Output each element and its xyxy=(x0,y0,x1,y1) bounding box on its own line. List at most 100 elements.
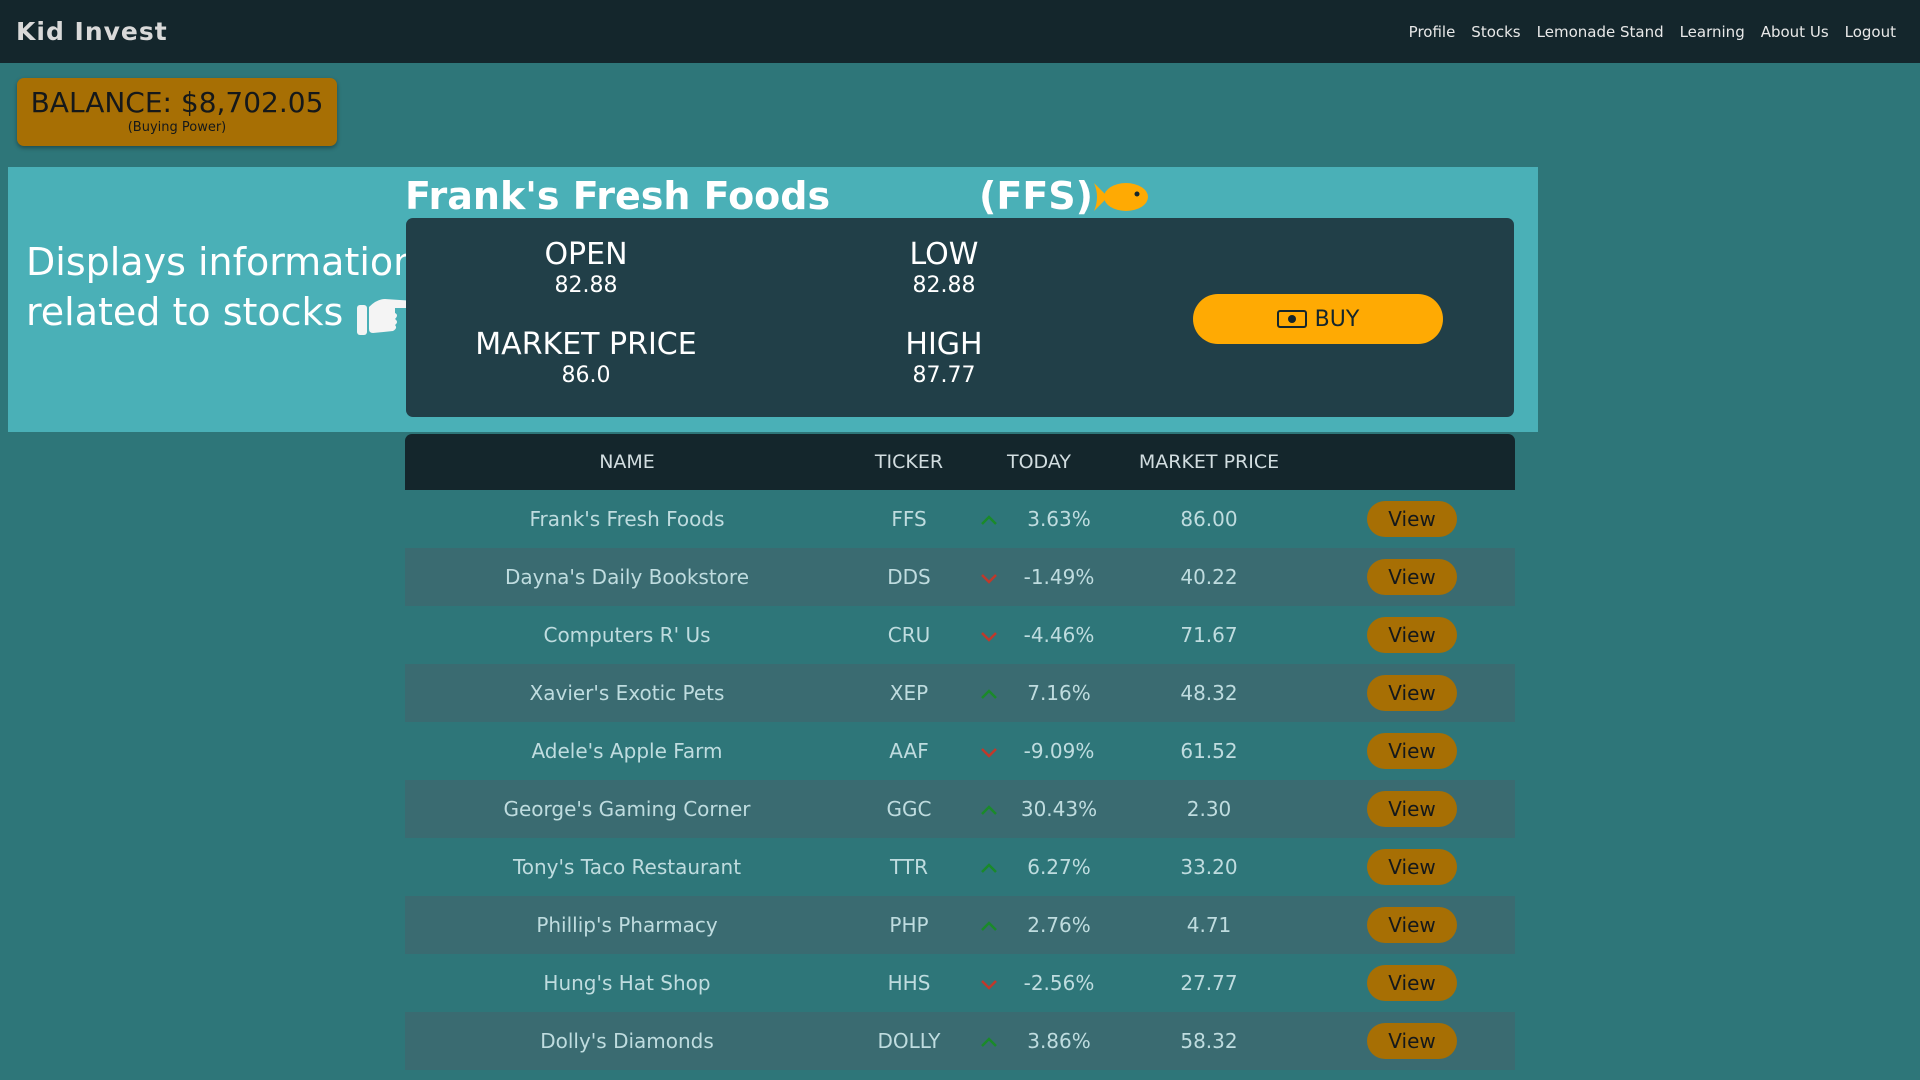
cell-name: Xavier's Exotic Pets xyxy=(529,681,725,705)
table-row: Dolly's Diamonds DOLLY 3.86% 58.32 View xyxy=(405,1012,1515,1070)
arrow-up-icon xyxy=(969,681,1009,705)
cell-ticker: TTR xyxy=(890,855,928,879)
table-row: Adele's Apple Farm AAF -9.09% 61.52 View xyxy=(405,722,1515,780)
cell-ticker: XEP xyxy=(889,681,929,705)
nav-profile[interactable]: Profile xyxy=(1409,23,1456,41)
cell-market-price: 33.20 xyxy=(1180,855,1238,879)
stat-low: LOW 82.88 xyxy=(794,238,1094,300)
stat-high-label: HIGH xyxy=(905,327,983,362)
stock-name: Frank's Fresh Foods xyxy=(405,174,831,218)
fish-icon xyxy=(1094,183,1148,211)
view-button[interactable]: View xyxy=(1367,849,1457,885)
balance-subtitle: (Buying Power) xyxy=(127,120,227,135)
stocks-table: NAME TICKER TODAY MARKET PRICE Frank's F… xyxy=(405,434,1515,1070)
cell-today: 7.16% xyxy=(1027,681,1091,705)
table-row: Tony's Taco Restaurant TTR 6.27% 33.20 View xyxy=(405,838,1515,896)
nav-links: Profile Stocks Lemonade Stand Learning A… xyxy=(1393,23,1896,41)
cell-today: 6.27% xyxy=(1027,855,1091,879)
cell-name: Hung's Hat Shop xyxy=(543,971,711,995)
arrow-up-icon xyxy=(969,913,1009,937)
table-row: Xavier's Exotic Pets XEP 7.16% 48.32 View xyxy=(405,664,1515,722)
view-button[interactable]: View xyxy=(1367,617,1457,653)
stat-open: OPEN 82.88 xyxy=(436,238,736,300)
stat-open-label: OPEN xyxy=(544,237,628,272)
cell-market-price: 61.52 xyxy=(1180,739,1238,763)
nav-stocks[interactable]: Stocks xyxy=(1471,23,1520,41)
nav-logout[interactable]: Logout xyxy=(1845,23,1896,41)
nav-learning[interactable]: Learning xyxy=(1680,23,1745,41)
cell-ticker: HHS xyxy=(887,971,931,995)
cell-today: 2.76% xyxy=(1027,913,1091,937)
cell-ticker: DDS xyxy=(887,565,931,589)
arrow-down-icon xyxy=(969,623,1009,647)
table-row: Phillip's Pharmacy PHP 2.76% 4.71 View xyxy=(405,896,1515,954)
arrow-down-icon xyxy=(969,739,1009,763)
hero-caption-line2: related to stocks xyxy=(26,290,344,334)
cell-name: Tony's Taco Restaurant xyxy=(512,855,742,879)
arrow-down-icon xyxy=(969,565,1009,589)
view-button[interactable]: View xyxy=(1367,675,1457,711)
view-button[interactable]: View xyxy=(1367,791,1457,827)
stock-ticker: (FFS) xyxy=(979,174,1094,218)
table-body: Frank's Fresh Foods FFS 3.63% 86.00 View Dayn… xyxy=(405,490,1515,1070)
cell-name: Dayna's Daily Bookstore xyxy=(504,565,750,589)
cell-market-price: 58.32 xyxy=(1180,1029,1238,1053)
cell-ticker: FFS xyxy=(891,507,927,531)
cell-today: 3.86% xyxy=(1027,1029,1091,1053)
cell-ticker: AAF xyxy=(889,739,929,763)
stat-open-value: 82.88 xyxy=(554,273,618,298)
arrow-up-icon xyxy=(969,1029,1009,1053)
balance-card: BALANCE: $8,702.05 (Buying Power) xyxy=(17,78,337,146)
cell-today: -2.56% xyxy=(1023,971,1095,995)
stat-low-value: 82.88 xyxy=(912,273,976,298)
cell-market-price: 86.00 xyxy=(1180,507,1238,531)
arrow-up-icon xyxy=(969,797,1009,821)
cell-ticker: PHP xyxy=(889,913,929,937)
view-button[interactable]: View xyxy=(1367,907,1457,943)
stock-stats: OPEN 82.88 LOW 82.88 MARKET PRICE 86.0 H… xyxy=(406,218,1514,417)
cell-market-price: 4.71 xyxy=(1186,913,1232,937)
cell-today: -1.49% xyxy=(1023,565,1095,589)
view-button[interactable]: View xyxy=(1367,965,1457,1001)
stat-low-label: LOW xyxy=(909,237,979,272)
table-header: NAME TICKER TODAY MARKET PRICE xyxy=(405,434,1515,490)
cell-ticker: DOLLY xyxy=(877,1029,941,1053)
cell-name: Phillip's Pharmacy xyxy=(536,913,718,937)
cell-name: George's Gaming Corner xyxy=(503,797,751,821)
balance-amount: BALANCE: $8,702.05 xyxy=(30,86,324,119)
cell-name: Computers R' Us xyxy=(543,623,711,647)
nav-about-us[interactable]: About Us xyxy=(1761,23,1829,41)
nav-lemonade-stand[interactable]: Lemonade Stand xyxy=(1537,23,1664,41)
cell-name: Dolly's Diamonds xyxy=(540,1029,714,1053)
stat-market-label: MARKET PRICE xyxy=(475,327,697,362)
cell-name: Adele's Apple Farm xyxy=(531,739,723,763)
table-row: Hung's Hat Shop HHS -2.56% 27.77 View xyxy=(405,954,1515,1012)
header-market-price: MARKET PRICE xyxy=(1138,451,1280,473)
buy-button-label: BUY xyxy=(1314,306,1360,332)
cell-today: -9.09% xyxy=(1023,739,1095,763)
view-button[interactable]: View xyxy=(1367,501,1457,537)
hero-caption: Displays information related to stocks xyxy=(26,237,426,339)
table-row: Frank's Fresh Foods FFS 3.63% 86.00 View xyxy=(405,490,1515,548)
header-name: NAME xyxy=(599,451,655,473)
hero-caption-line1: Displays information xyxy=(26,240,418,284)
cell-market-price: 27.77 xyxy=(1180,971,1238,995)
arrow-up-icon xyxy=(969,507,1009,531)
view-button[interactable]: View xyxy=(1367,1023,1457,1059)
app-logo[interactable]: Kid Invest xyxy=(16,17,168,46)
buy-button[interactable]: BUY xyxy=(1193,294,1443,344)
top-navbar: Kid Invest Profile Stocks Lemonade Stand… xyxy=(0,0,1920,63)
cell-market-price: 2.30 xyxy=(1186,797,1232,821)
stat-market-value: 86.0 xyxy=(561,363,611,388)
cell-market-price: 40.22 xyxy=(1180,565,1238,589)
arrow-down-icon xyxy=(969,971,1009,995)
cell-today: 30.43% xyxy=(1020,797,1098,821)
table-row: George's Gaming Corner GGC 30.43% 2.30 View xyxy=(405,780,1515,838)
view-button[interactable]: View xyxy=(1367,733,1457,769)
cell-ticker: GGC xyxy=(886,797,932,821)
table-row: Dayna's Daily Bookstore DDS -1.49% 40.22 Vie… xyxy=(405,548,1515,606)
cell-market-price: 48.32 xyxy=(1180,681,1238,705)
header-today: TODAY xyxy=(1007,451,1071,473)
view-button[interactable]: View xyxy=(1367,559,1457,595)
stat-market-price: MARKET PRICE 86.0 xyxy=(436,328,736,390)
